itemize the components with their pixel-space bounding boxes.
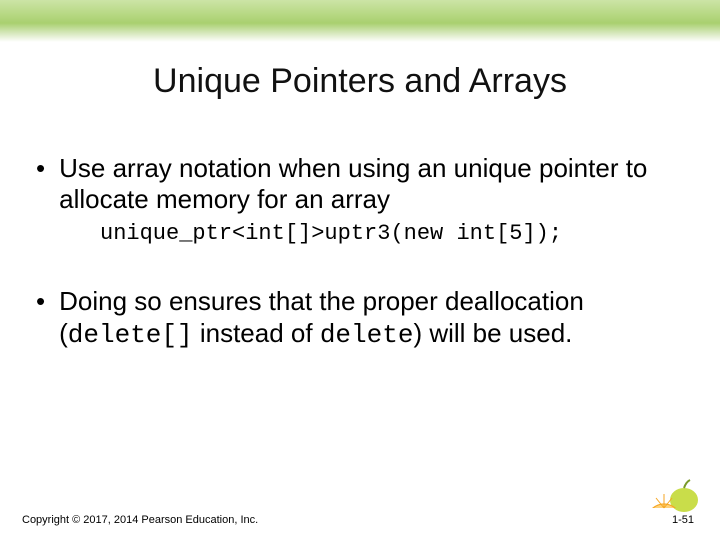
bullet-dot: • [36,153,45,183]
bullet-2-text: Doing so ensures that the proper dealloc… [59,286,684,350]
slide-content: • Use array notation when using an uniqu… [0,101,720,351]
bullet-2-code1: delete[] [68,320,193,350]
bullet-dot: • [36,286,45,316]
bullet-2-code2: delete [320,320,414,350]
decorative-fruit-icon [648,474,700,514]
bullet-2: • Doing so ensures that the proper deall… [36,286,684,350]
copyright-text: Copyright © 2017, 2014 Pearson Education… [22,514,258,526]
slide-title: Unique Pointers and Arrays [0,62,720,101]
bullet-2-post: ) will be used. [413,318,572,348]
bullet-1: • Use array notation when using an uniqu… [36,153,684,215]
bullet-2-mid: instead of [193,318,320,348]
bullet-1-code: unique_ptr<int[]>uptr3(new int[5]); [100,221,684,246]
bullet-1-text: Use array notation when using an unique … [59,153,684,215]
header-gradient [0,0,720,42]
page-number: 1-51 [672,514,694,526]
